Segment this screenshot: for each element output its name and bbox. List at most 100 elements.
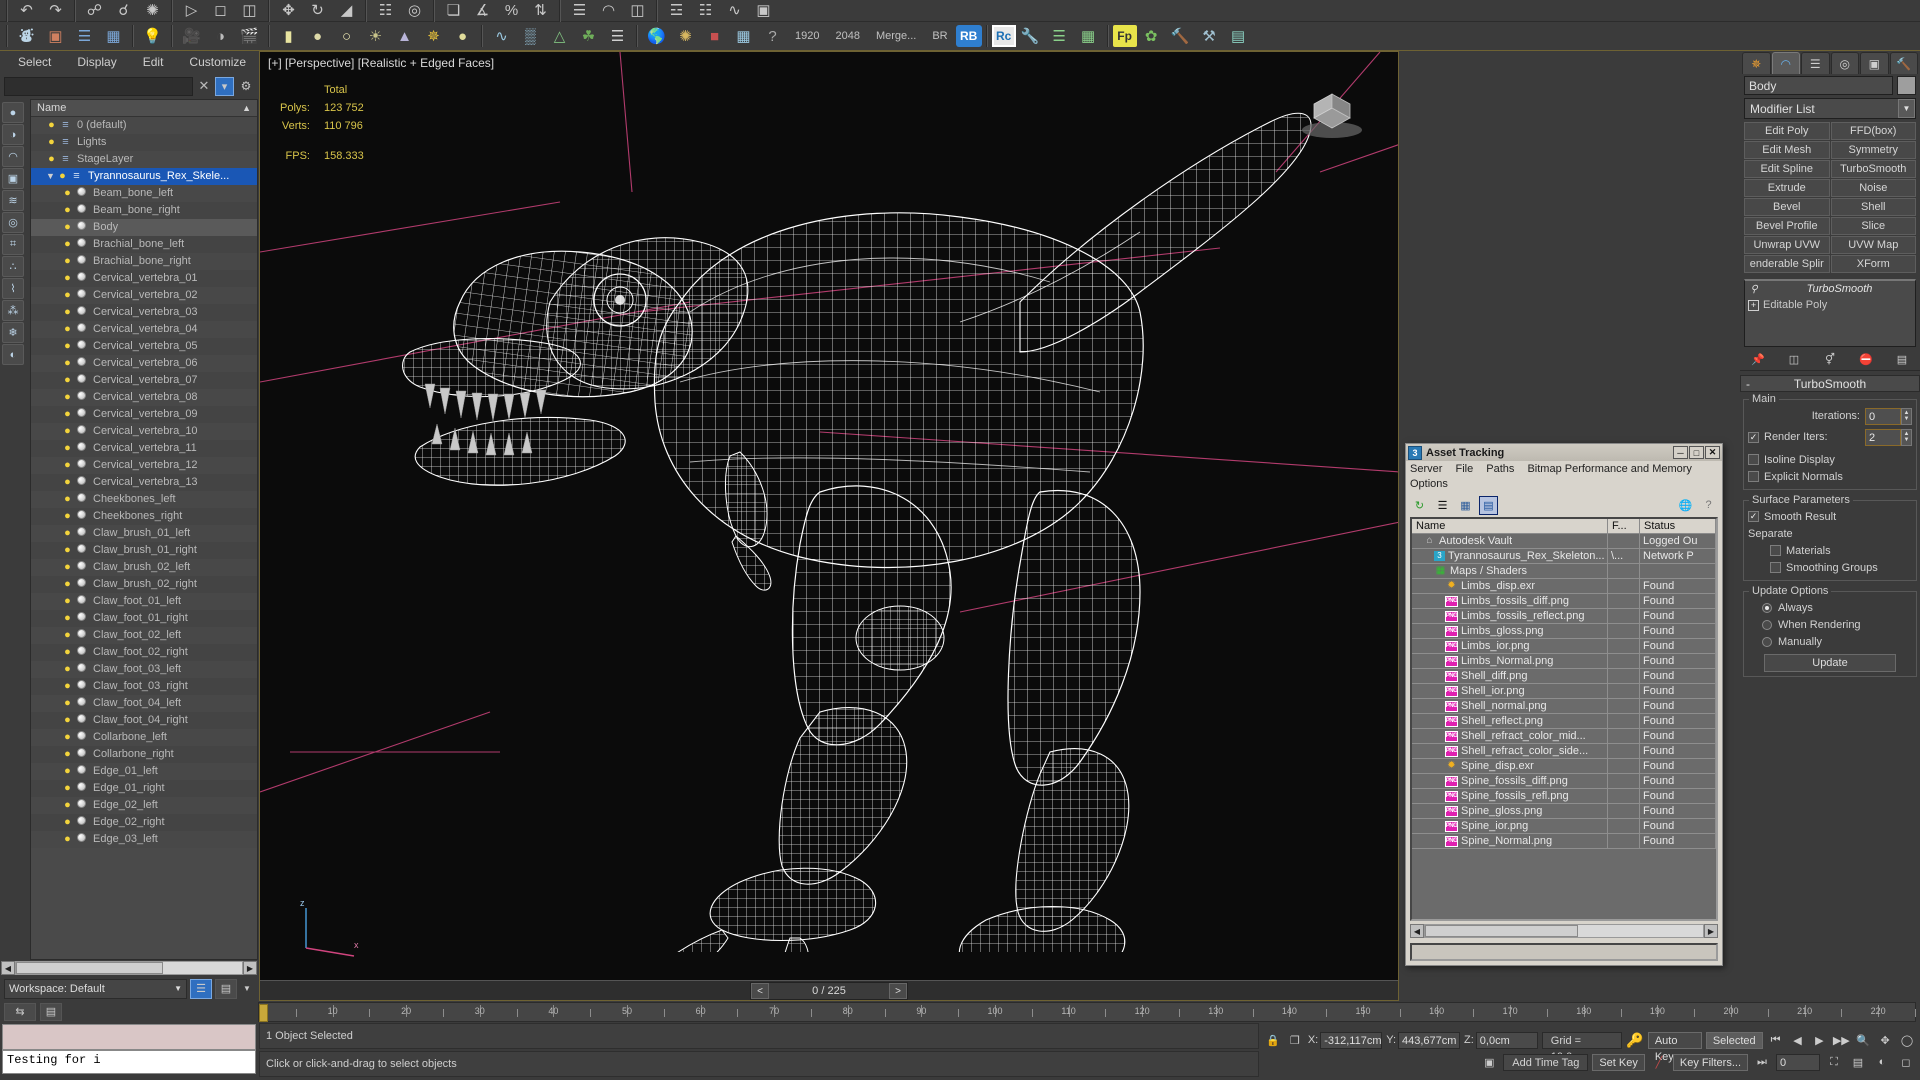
scene-explorer-searchbar[interactable]: ✕ ▾ ⚙ [0,73,258,99]
scene-explorer-item[interactable]: ● Beam_bone_left [31,185,257,202]
light-bulb-icon[interactable]: ● [61,814,74,831]
command-panel[interactable]: ✵ ◠ ☰ ◎ ▣ 🔨 Body Modifier List ▼ Edit Po… [1740,51,1920,1001]
expand-caret-icon[interactable]: ▼ [45,168,56,185]
iterations-spinner[interactable]: 0 ▲ ▼ [1865,407,1912,425]
light-bulb-icon[interactable]: ● [61,372,74,389]
select-region-icon[interactable]: ◻ [207,0,234,23]
asset-row[interactable]: ⌂ Autodesk Vault Logged Ou [1412,534,1716,549]
workspace-bar[interactable]: Workspace: Default ▼ ☰ ▤ ▼ [0,976,258,1001]
spinner-snap-icon[interactable]: ⇅ [527,0,554,23]
pan-icon[interactable]: ✥ [1876,1030,1894,1050]
light-icon[interactable]: 💡 [139,24,166,49]
asset-name-cell[interactable]: PNG Shell_ior.png [1412,684,1608,699]
layer-explorer-icon[interactable]: ☲ [663,0,690,23]
asset-name-cell[interactable]: PNG Limbs_fossils_diff.png [1412,594,1608,609]
sort-arrow-icon[interactable]: ▲ [242,103,251,113]
scene-explorer-item[interactable]: ● Claw_brush_02_right [31,576,257,593]
update-rendering-radio[interactable] [1762,619,1772,630]
smooth-result-row[interactable]: ✓ Smooth Result [1748,508,1912,525]
view-cube[interactable] [1292,82,1372,142]
iterations-row[interactable]: Iterations: 0 ▲ ▼ [1748,407,1912,425]
asset-col-status[interactable]: Status [1640,519,1716,534]
align-icon[interactable]: ◫ [624,0,651,23]
scene-explorer-item[interactable]: ● Claw_foot_04_right [31,712,257,729]
prev-frame-button[interactable]: < [751,982,769,999]
materials-row[interactable]: Materials [1748,542,1912,559]
rendered-frame-window-icon[interactable]: ▦ [100,24,127,49]
asset-name-cell[interactable]: PNG Shell_normal.png [1412,699,1608,714]
asset-name-cell[interactable]: PNG Limbs_Normal.png [1412,654,1608,669]
scene-explorer-item[interactable]: ● Claw_foot_02_left [31,627,257,644]
time-slider-bar[interactable]: ⇆ ▤ 10 20 30 40 50 60 70 80 90 100 110 120 130 140 150… [0,1001,1920,1022]
light-bulb-icon[interactable]: ● [61,780,74,797]
render-iters-checkbox[interactable]: ✓ [1748,431,1759,443]
scene-explorer-item[interactable]: ● Collarbone_right [31,746,257,763]
modifier-button-grid[interactable]: Edit Poly FFD(box) Edit Mesh Symmetry Edit S… [1744,122,1916,273]
particle-filter-icon[interactable]: ⁂ [2,300,24,321]
menu-file[interactable]: File [1455,463,1473,475]
redo-icon[interactable]: ↷ [42,0,69,23]
scene-explorer-item[interactable]: ● Claw_foot_02_right [31,644,257,661]
scene-explorer-item[interactable]: ● Claw_foot_01_left [31,593,257,610]
status-right[interactable]: 🔒 ❐ X: -312,117cm Y: 443,677cm Z: 0,0cm … [1260,1022,1920,1080]
maxscript-input[interactable]: Testing for i [2,1050,256,1074]
light-bulb-icon[interactable]: ● [61,763,74,780]
scene-explorer-item[interactable]: ● Edge_02_right [31,814,257,831]
coordinate-fields[interactable]: 🔒 ❐ X: -312,117cm Y: 443,677cm Z: 0,0cm … [1260,1030,1920,1063]
globe-icon[interactable]: 🌎 [643,24,670,49]
light-bulb-icon[interactable]: ● [61,542,74,559]
leaf-icon[interactable]: ✿ [1138,24,1165,49]
scene-explorer-item[interactable]: ● Cervical_vertebra_04 [31,321,257,338]
tyrannosaurus-rex-wireframe[interactable] [260,52,1399,952]
asset-name-cell[interactable]: PNG Spine_ior.png [1412,819,1608,834]
light-bulb-icon[interactable]: ● [61,236,74,253]
x-coordinate[interactable]: X: -312,117cm [1308,1031,1383,1049]
play-icon[interactable]: ▶ [1810,1030,1828,1050]
asset-row[interactable]: ✹ Limbs_disp.exr Found [1412,579,1716,594]
asset-row[interactable]: PNG Limbs_Normal.png Found [1412,654,1716,669]
xref-filter-icon[interactable]: ∴ [2,256,24,277]
wrench-icon[interactable]: 🔧 [1017,24,1044,49]
key-mode-toggle-icon[interactable]: ⇆ [4,1002,36,1021]
modifier-button-enderable-splir[interactable]: enderable Splir [1744,255,1830,273]
camera-filter-icon[interactable]: ▣ [2,168,24,189]
render-iters-row[interactable]: ✓ Render Iters: 2 ▲ ▼ [1748,428,1912,446]
scene-explorer-item[interactable]: ● Cervical_vertebra_02 [31,287,257,304]
create-tab[interactable]: ✵ [1742,52,1771,74]
iterations-value[interactable]: 0 [1865,407,1901,425]
detail-view-icon[interactable]: ▦ [1456,495,1475,515]
asset-row[interactable]: 3 Tyrannosaurus_Rex_Skeleton... \... Networ… [1412,549,1716,564]
asset-tracking-menubar[interactable]: Server File Paths Bitmap Performance and… [1406,461,1722,493]
update-manually-radio[interactable] [1762,636,1772,647]
asset-row[interactable]: PNG Shell_ior.png Found [1412,684,1716,699]
scene-explorer-item[interactable]: ● Cervical_vertebra_09 [31,406,257,423]
modifier-button-bevel[interactable]: Bevel [1744,198,1830,216]
menu-edit[interactable]: Edit [143,55,164,69]
next-frame-button[interactable]: > [889,982,907,999]
light-bulb-icon[interactable]: ● [61,525,74,542]
grid-settings-icon[interactable]: ▦ [1075,24,1102,49]
asset-name-cell[interactable]: ✹ Limbs_disp.exr [1412,579,1608,594]
scene-explorer-item[interactable]: ● Cervical_vertebra_03 [31,304,257,321]
modifier-button-edit-mesh[interactable]: Edit Mesh [1744,141,1830,159]
close-icon[interactable]: ✕ [197,78,211,94]
geosphere-icon[interactable]: ☀ [362,24,389,49]
scene-explorer-item[interactable]: ● Cervical_vertebra_05 [31,338,257,355]
scene-explorer-item[interactable]: ● Cheekbones_left [31,491,257,508]
chevron-down-icon[interactable]: ▼ [240,984,254,993]
light-bulb-icon[interactable]: ● [61,508,74,525]
asset-row[interactable]: ✹ Spine_disp.exr Found [1412,759,1716,774]
asset-col-name[interactable]: Name [1412,519,1608,534]
maximize-icon[interactable]: □ [1689,446,1704,459]
asset-grid-rows[interactable]: ⌂ Autodesk Vault Logged Ou 3 Tyrannosaurus_R… [1412,534,1716,919]
scene-explorer-item[interactable]: ● Edge_03_left [31,831,257,848]
minimize-icon[interactable]: ─ [1673,446,1688,459]
options-icon[interactable]: ⚙ [238,79,254,93]
set-key-button[interactable]: Set Key [1592,1053,1645,1071]
scene-explorer-filter-strip[interactable]: ● ◑ ◠ ▣ ≋ ◎ ⌗ ∴ ⌇ ⁂ ❄ ◐ [0,99,30,960]
ribbon-toggle-icon[interactable]: ☷ [692,0,719,23]
expand-plus-icon[interactable]: + [1748,299,1759,311]
scene-explorer-item[interactable]: ● Cervical_vertebra_10 [31,423,257,440]
light-bulb-icon[interactable]: ● [61,797,74,814]
asset-name-cell[interactable]: ⌂ Autodesk Vault [1412,534,1608,549]
